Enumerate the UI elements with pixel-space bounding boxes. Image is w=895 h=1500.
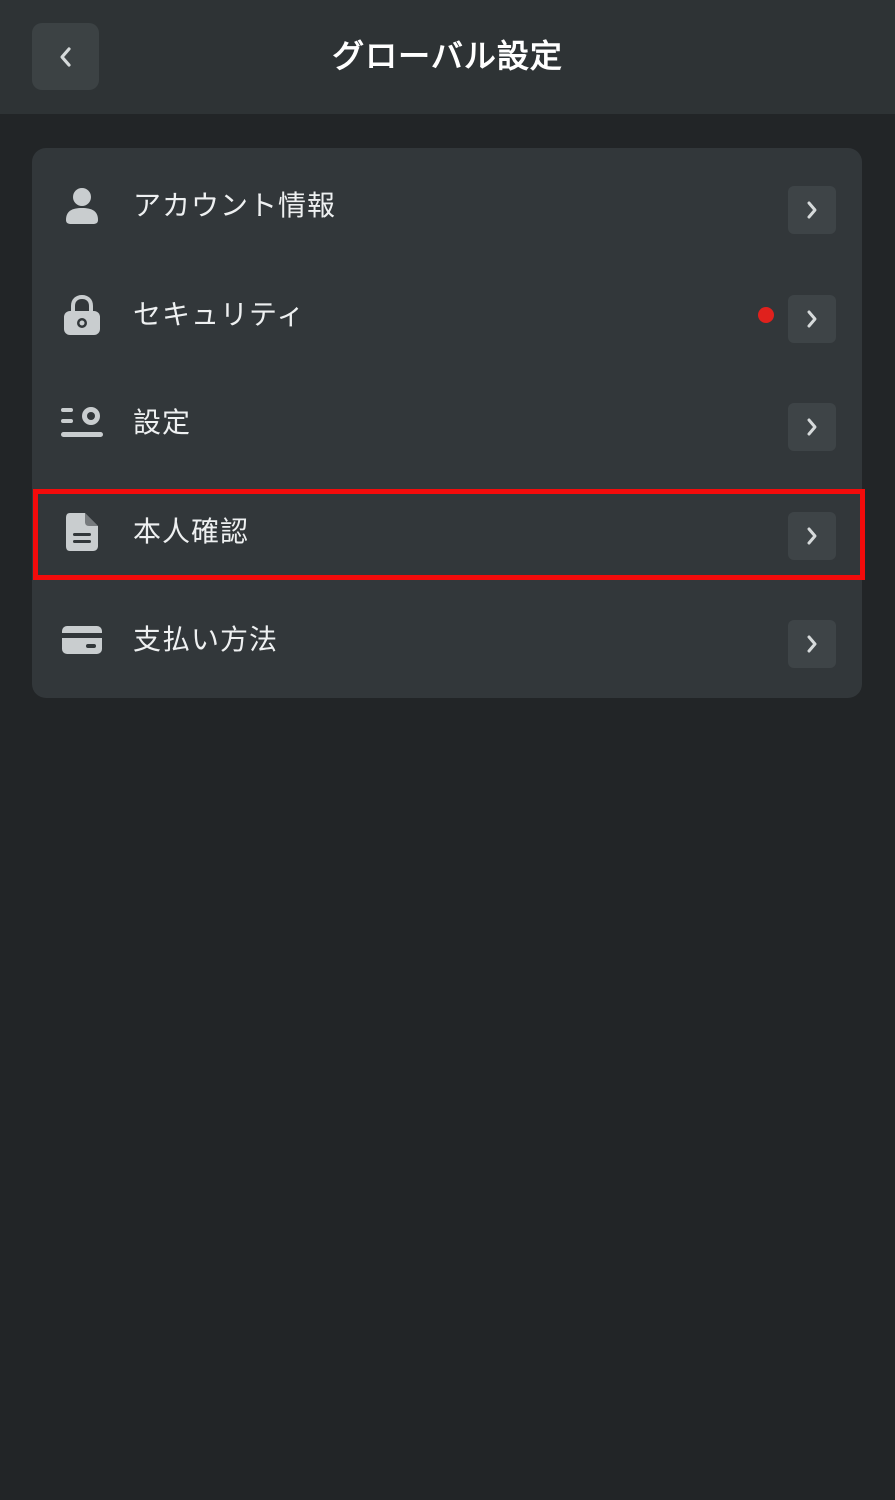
settings-sliders-icon: [60, 402, 104, 444]
chevron-right-icon: [788, 512, 836, 560]
chevron-right-icon: [788, 295, 836, 343]
chevron-right-icon: [788, 186, 836, 234]
chevron-right-icon: [788, 620, 836, 668]
menu-item-label: セキュリティ: [133, 298, 306, 331]
menu-item-label: アカウント情報: [133, 189, 337, 222]
notification-dot: [758, 307, 774, 323]
menu-item-identity-verification[interactable]: 本人確認: [32, 478, 862, 586]
menu-item-account-info[interactable]: アカウント情報: [32, 152, 862, 260]
menu-item-label: 本人確認: [133, 515, 250, 548]
credit-card-icon: [60, 619, 104, 661]
menu-item-security[interactable]: セキュリティ: [32, 261, 862, 369]
user-icon: [60, 185, 104, 227]
chevron-right-icon: [788, 403, 836, 451]
header-bar: グローバル設定: [0, 0, 895, 114]
menu-item-settings[interactable]: 設定: [32, 369, 862, 477]
menu-item-label: 設定: [133, 406, 192, 439]
page-title: グローバル設定: [332, 37, 563, 75]
menu-item-payment-method[interactable]: 支払い方法: [32, 586, 862, 694]
document-icon: [60, 511, 104, 553]
lock-icon: [60, 294, 104, 336]
menu-item-label: 支払い方法: [133, 623, 279, 656]
settings-menu-card: アカウント情報 セキュリティ 設定 本人確認 支払い方法: [32, 148, 862, 698]
